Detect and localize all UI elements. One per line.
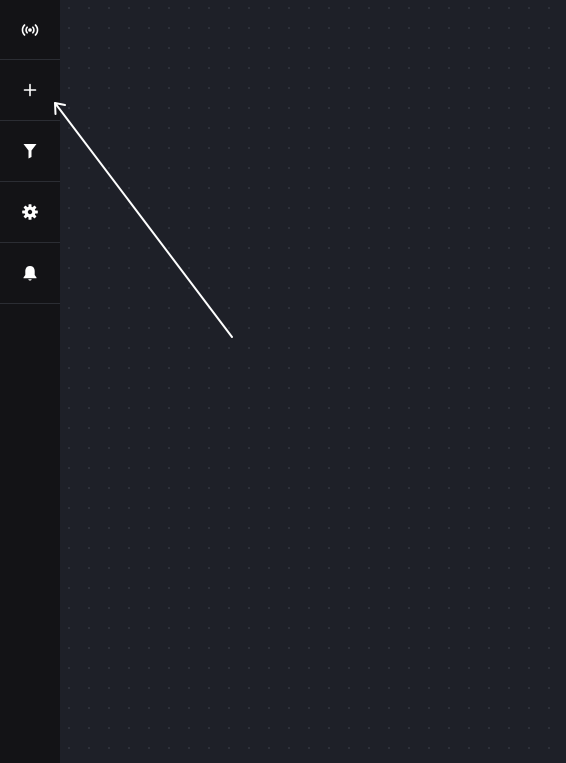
live-button[interactable] <box>0 0 60 60</box>
app-window <box>0 0 566 763</box>
plus-icon <box>23 83 37 97</box>
bell-icon <box>22 265 38 282</box>
gear-icon <box>22 204 38 220</box>
filter-button[interactable] <box>0 121 60 182</box>
broadcast-icon <box>21 23 39 37</box>
add-button[interactable] <box>0 60 60 121</box>
sidebar <box>0 0 60 763</box>
dotted-canvas[interactable] <box>60 0 566 763</box>
notifications-button[interactable] <box>0 243 60 304</box>
settings-button[interactable] <box>0 182 60 243</box>
filter-icon <box>23 143 37 159</box>
